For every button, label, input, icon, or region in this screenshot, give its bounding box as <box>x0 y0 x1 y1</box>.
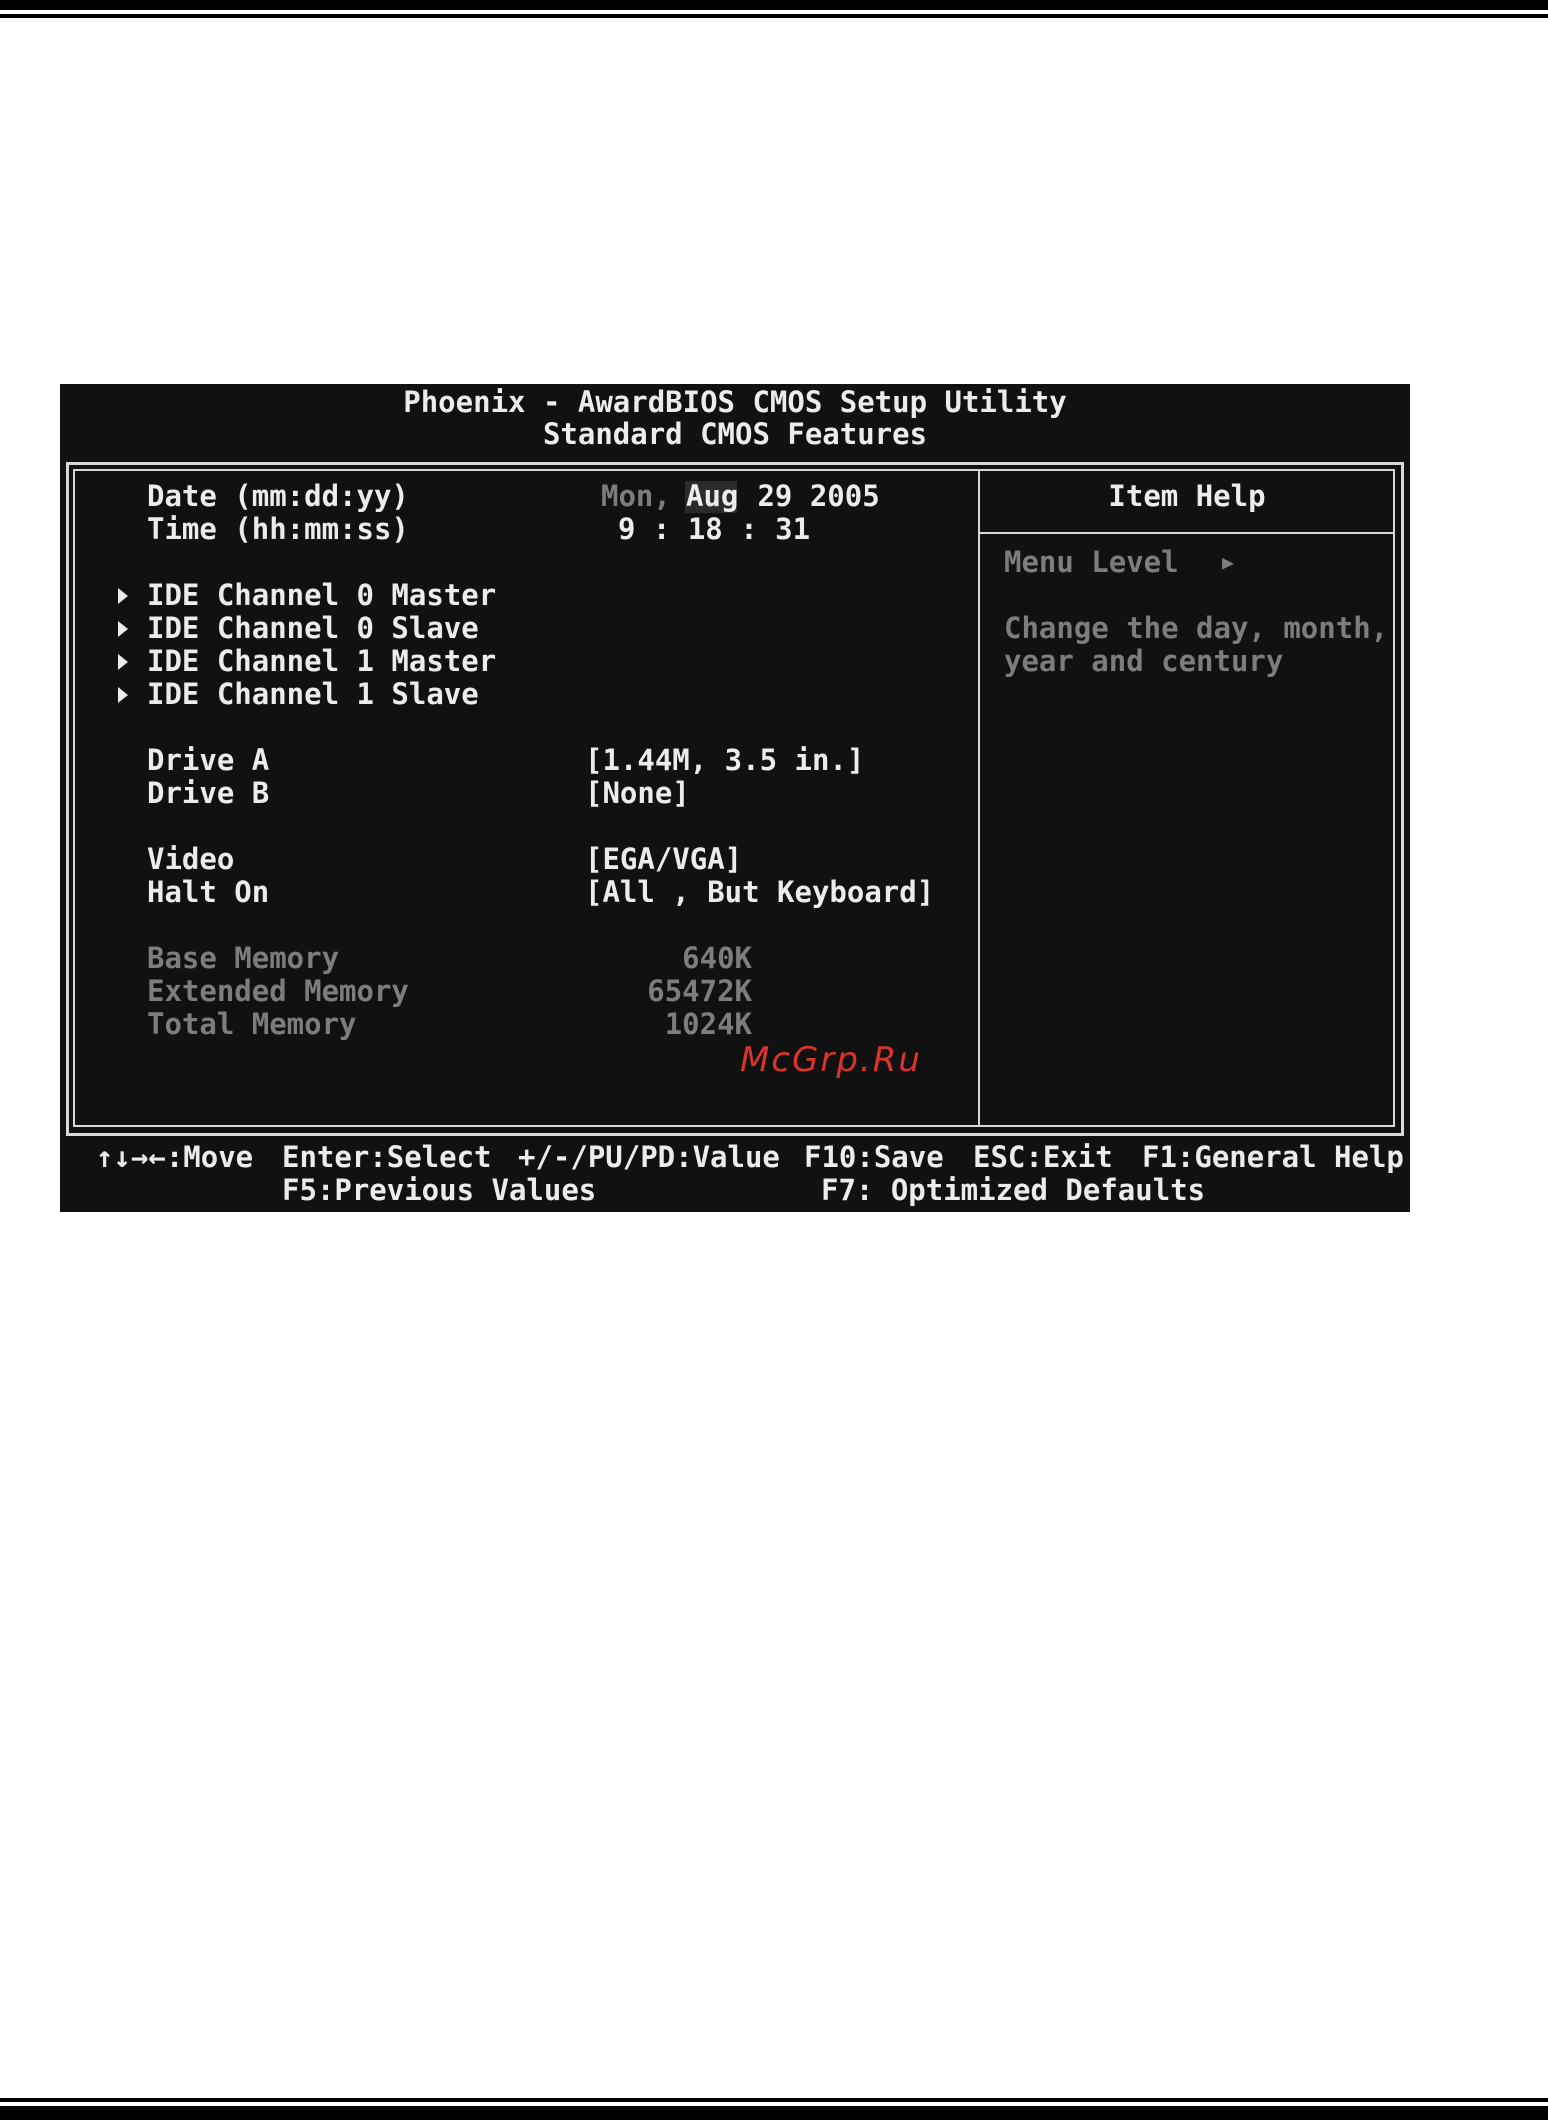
drive-b-value[interactable]: [None] <box>585 777 690 810</box>
footer-select: Enter:Select <box>282 1140 492 1174</box>
halt-on-label: Halt On <box>147 875 270 909</box>
footer-previous-values: F5:Previous Values <box>282 1173 597 1207</box>
footer-move: ↑↓→←:Move <box>96 1140 254 1174</box>
bios-subtitle: Standard CMOS Features <box>542 417 928 451</box>
help-panel-divider <box>978 469 980 1127</box>
item-help-title: Item Help <box>1108 479 1266 513</box>
date-month-field[interactable]: Aug <box>686 480 738 513</box>
page-bottom-rule-thin <box>0 2098 1548 2102</box>
footer-general-help: F1:General Help <box>1142 1140 1404 1174</box>
video-label: Video <box>147 842 235 876</box>
time-value[interactable]: 9 : 18 : 31 <box>618 513 810 546</box>
footer-optimized-defaults: F7: Optimized Defaults <box>821 1173 1206 1207</box>
date-weekday: Mon, <box>601 479 671 513</box>
submenu-arrow-icon <box>118 588 128 604</box>
submenu-arrow-icon <box>118 621 128 637</box>
video-value[interactable]: [EGA/VGA] <box>585 843 742 876</box>
submenu-arrow-icon <box>118 654 128 670</box>
page-bottom-rule-thick <box>0 2106 1548 2120</box>
total-memory-label: Total Memory <box>147 1007 357 1041</box>
bios-screen: Phoenix - AwardBIOS CMOS Setup Utility S… <box>60 384 1410 1212</box>
drive-a-label: Drive A <box>147 743 270 777</box>
drive-a-value[interactable]: [1.44M, 3.5 in.] <box>585 744 864 777</box>
help-title-divider <box>980 532 1394 534</box>
total-memory-value: 1024K <box>664 1007 752 1041</box>
footer-exit: ESC:Exit <box>973 1140 1113 1174</box>
extended-memory-label: Extended Memory <box>147 974 409 1008</box>
ide0-slave-label: IDE Channel 0 Slave <box>147 611 479 645</box>
base-memory-label: Base Memory <box>147 941 340 975</box>
watermark: McGrp.Ru <box>740 1040 922 1080</box>
bios-title: Phoenix - AwardBIOS CMOS Setup Utility <box>403 385 1067 419</box>
base-memory-value: 640K <box>682 941 752 975</box>
ide1-slave-label: IDE Channel 1 Slave <box>147 677 479 711</box>
time-label: Time (hh:mm:ss) <box>147 512 409 546</box>
help-text-line-1: Change the day, month, <box>1004 611 1389 645</box>
extended-memory-value: 65472K <box>647 974 752 1008</box>
drive-b-label: Drive B <box>147 776 270 810</box>
page-top-rule-thick <box>0 0 1548 10</box>
ide0-master-label: IDE Channel 0 Master <box>147 578 497 612</box>
help-menu-level: Menu Level <box>1004 545 1179 579</box>
date-day-year: 29 2005 <box>740 479 880 513</box>
halt-on-value[interactable]: [All , But Keyboard] <box>585 876 934 909</box>
submenu-arrow-icon <box>118 687 128 703</box>
help-menu-level-arrow-icon: ▶ <box>1222 550 1235 574</box>
page-top-rule-thin <box>0 14 1548 18</box>
footer-save: F10:Save <box>804 1140 944 1174</box>
date-label: Date (mm:dd:yy) <box>147 479 409 513</box>
ide1-master-label: IDE Channel 1 Master <box>147 644 497 678</box>
footer-value: +/-/PU/PD:Value <box>518 1140 780 1174</box>
help-text-line-2: year and century <box>1004 644 1284 678</box>
